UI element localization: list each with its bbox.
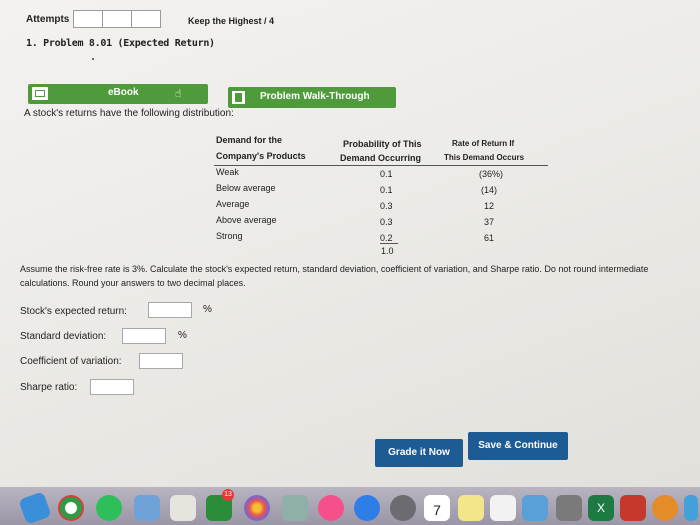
notebook-icon[interactable] [556,495,582,521]
row-rate: (14) [481,185,498,195]
row-probability: 0.1 [380,169,393,179]
notification-badge: 13 [222,489,234,501]
browser-page: Attempts Keep the Highest / 4 1. Problem… [0,0,700,487]
header-prob-line1: Probability of This [343,139,422,149]
ebook-button[interactable]: eBook ☝ [28,84,208,104]
std-dev-unit: % [178,330,187,341]
pointer-hand-icon: ☝ [175,88,182,100]
messages-icon[interactable] [96,495,122,521]
attempt-box [73,10,104,28]
facetime-icon[interactable]: 13 [206,489,234,521]
total-rule [380,243,398,244]
safari-icon[interactable] [18,491,52,525]
header-demand-line2: Company's Products [216,151,306,161]
std-dev-label: Standard deviation: [20,331,107,342]
problem-walkthrough-button[interactable]: Problem Walk-Through [228,87,396,108]
walkthrough-button-label: Problem Walk-Through [260,91,370,102]
grade-it-now-button[interactable]: Grade it Now [375,439,463,467]
keynote-icon[interactable] [522,495,548,521]
sharpe-ratio-label: Sharpe ratio: [20,382,78,393]
attempts-label: Attempts [26,13,70,25]
calendar-day: 7 [433,502,441,518]
notes-icon[interactable] [458,495,484,521]
row-demand: Weak [216,167,239,177]
save-button-label: Save & Continue [478,440,558,451]
row-demand: Above average [216,215,277,225]
podcasts-icon[interactable] [652,495,678,521]
problem-title: 1. Problem 8.01 (Expected Return) [26,38,215,49]
header-rate-line2: This Demand Occurs [444,153,525,162]
problem-intro: A stock's returns have the following dis… [24,108,234,119]
powerpoint-icon[interactable] [620,495,646,521]
blank-app-icon[interactable] [170,495,196,521]
system-preferences-icon[interactable] [390,495,416,521]
header-rate-line1: Rate of Return If [452,139,515,148]
divider-dot [92,58,94,60]
std-dev-input[interactable] [122,328,166,344]
row-demand: Strong [216,231,243,241]
table-header-rule [214,165,548,166]
row-rate: 37 [484,217,495,227]
preview-icon[interactable] [282,495,308,521]
attempts-row: Attempts [26,10,162,28]
video-icon [232,91,245,104]
row-rate: (36%) [479,169,504,179]
row-rate: 12 [484,201,495,211]
row-probability: 0.3 [380,217,393,227]
attempt-indicators [73,10,162,28]
photos-icon[interactable] [244,495,270,521]
coefficient-of-variation-label: Coefficient of variation: [20,356,122,367]
expected-return-unit: % [203,304,212,315]
row-probability: 0.3 [380,201,393,211]
row-rate: 61 [484,233,495,243]
coefficient-of-variation-input[interactable] [139,353,183,369]
music-icon[interactable] [318,495,344,521]
row-demand: Below average [216,183,276,193]
expected-return-input[interactable] [148,302,192,318]
calendar-icon[interactable]: 7 [424,495,450,521]
row-demand: Average [216,199,250,209]
reminders-icon[interactable] [490,495,516,521]
book-icon [32,87,48,100]
keep-highest-text: Keep the Highest / 4 [188,16,275,26]
probability-total: 1.0 [381,246,394,256]
instructions-text: Assume the risk-free rate is 3%. Calcula… [20,264,649,288]
ebook-button-label: eBook [108,87,139,98]
row-probability: 0.2 [380,233,393,243]
grade-button-label: Grade it Now [388,447,450,458]
sharpe-ratio-input[interactable] [90,379,134,395]
chrome-icon[interactable] [58,495,84,521]
attempt-box [102,10,133,28]
row-probability: 0.1 [380,185,393,195]
app-icon[interactable] [684,495,698,521]
expected-return-label: Stock's expected return: [20,306,127,317]
app-store-icon[interactable] [354,495,380,521]
attempt-box [131,10,162,28]
header-demand-line1: Demand for the [216,135,283,145]
excel-icon[interactable]: X [588,495,614,521]
dock: 13 7 X [0,487,700,525]
header-prob-line2: Demand Occurring [340,153,422,163]
save-and-continue-button[interactable]: Save & Continue [468,432,568,460]
photo-app-icon[interactable] [134,495,160,521]
